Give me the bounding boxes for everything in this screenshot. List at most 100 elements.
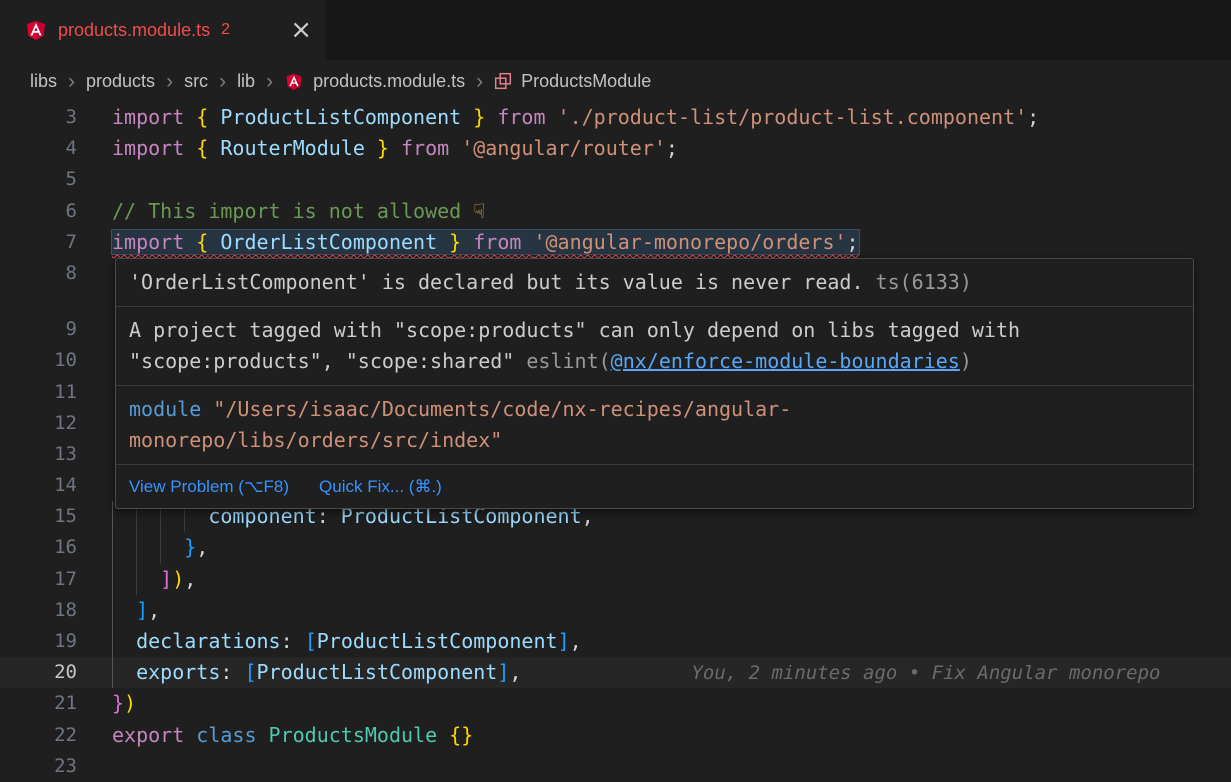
editor-line-5[interactable]: 5 bbox=[0, 164, 1231, 195]
line-number: 13 bbox=[0, 439, 77, 470]
view-problem-action[interactable]: View Problem (⌥F8) bbox=[129, 471, 289, 502]
code-token: ] bbox=[558, 629, 570, 653]
breadcrumb-item-symbol[interactable]: ProductsModule bbox=[521, 71, 651, 92]
code-token: ☟ bbox=[473, 199, 485, 223]
code-token: ProductListComponent bbox=[317, 629, 558, 653]
code-token: , bbox=[509, 660, 521, 684]
editor-line-17[interactable]: 17 ]), bbox=[0, 564, 1231, 595]
angular-icon bbox=[24, 17, 48, 43]
editor-line-18[interactable]: 18 ], bbox=[0, 595, 1231, 626]
eslint-source-close: ) bbox=[960, 349, 972, 373]
code-token: : bbox=[220, 660, 244, 684]
line-number: 10 bbox=[0, 345, 77, 376]
quick-fix-action[interactable]: Quick Fix... (⌘.) bbox=[319, 471, 442, 502]
code-token: {} bbox=[449, 723, 473, 747]
code-line: // This import is not allowed ☟ bbox=[112, 196, 485, 227]
code-token: [ bbox=[244, 660, 256, 684]
git-blame-annotation: You, 2 minutes ago • Fix Angular monorep… bbox=[691, 662, 1160, 684]
editor-line-20[interactable]: 20 exports: [ProductListComponent],You, … bbox=[0, 657, 1231, 688]
breadcrumb-item-products[interactable]: products bbox=[86, 71, 155, 92]
code-token: './product-list/product-list.component' bbox=[558, 105, 1028, 129]
indent-guide bbox=[112, 564, 113, 595]
indent-guide bbox=[112, 501, 113, 532]
line-number: 7 bbox=[0, 227, 77, 258]
tab-products-module[interactable]: products.module.ts 2 × bbox=[0, 0, 326, 60]
code-token: // This import is not allowed bbox=[112, 199, 473, 223]
code-token: ProductsModule bbox=[269, 723, 450, 747]
code-token: , bbox=[148, 598, 160, 622]
line-number: 22 bbox=[0, 720, 77, 751]
code-token: ) bbox=[172, 567, 184, 591]
module-path-line2: monorepo/libs/orders/src/index" bbox=[129, 428, 502, 452]
indent-guide bbox=[136, 532, 137, 563]
editor-line-4[interactable]: 4import { RouterModule } from '@angular/… bbox=[0, 133, 1231, 164]
code-token: class bbox=[196, 723, 268, 747]
eslint-message-line2: "scope:products", "scope:shared" bbox=[129, 349, 526, 373]
code-line: import { ProductListComponent } from './… bbox=[112, 102, 1039, 133]
editor-line-22[interactable]: 22 export class ProductsModule {} bbox=[0, 720, 1231, 751]
editor-line-7[interactable]: 7 import { OrderListComponent } from '@an… bbox=[0, 227, 1231, 258]
line-number: 9 bbox=[0, 314, 77, 345]
code-token bbox=[112, 598, 136, 622]
indent-guide bbox=[160, 532, 161, 563]
line-number: 3 bbox=[0, 102, 77, 133]
editor-line-21[interactable]: 21}) bbox=[0, 688, 1231, 719]
line-number: 17 bbox=[0, 564, 77, 595]
code-token: from bbox=[461, 230, 533, 254]
ts-diagnostic-code: ts(6133) bbox=[876, 270, 972, 294]
hover-ts-diagnostic: 'OrderListComponent' is declared but its… bbox=[116, 259, 1193, 307]
editor-line-23[interactable]: 23 bbox=[0, 751, 1231, 782]
indent-guide bbox=[112, 595, 113, 626]
editor-line-19[interactable]: 19 declarations: [ProductListComponent], bbox=[0, 626, 1231, 657]
editor-line-3[interactable]: 3 import { ProductListComponent } from '.… bbox=[0, 102, 1231, 133]
line-number: 21 bbox=[0, 688, 77, 719]
indent-guide bbox=[136, 564, 137, 595]
eslint-source-label: eslint( bbox=[526, 349, 610, 373]
code-token: } bbox=[377, 136, 389, 160]
code-token: declarations bbox=[136, 629, 281, 653]
line-number: 14 bbox=[0, 470, 77, 501]
code-token: import bbox=[112, 230, 196, 254]
code-line: exports: [ProductListComponent],You, 2 m… bbox=[112, 657, 1160, 688]
tab-filename: products.module.ts bbox=[58, 20, 210, 41]
module-path-line1: "/Users/isaac/Documents/code/nx-recipes/… bbox=[201, 397, 791, 421]
class-symbol-icon bbox=[494, 72, 512, 90]
code-token: , bbox=[196, 535, 208, 559]
code-token: } bbox=[473, 105, 485, 129]
tab-problems-badge: 2 bbox=[221, 21, 230, 39]
line-number: 19 bbox=[0, 626, 77, 657]
breadcrumb-item-file[interactable]: products.module.ts bbox=[313, 71, 465, 92]
editor-line-6[interactable]: 6 // This import is not allowed ☟ bbox=[0, 196, 1231, 227]
chevron-right-icon: › bbox=[266, 71, 273, 92]
code-line: import { OrderListComponent } from '@ang… bbox=[112, 227, 859, 258]
code-line: ], bbox=[112, 595, 160, 626]
code-line: declarations: [ProductListComponent], bbox=[112, 626, 582, 657]
eslint-rule-link[interactable]: @nx/enforce-module-boundaries bbox=[611, 349, 960, 373]
code-token: } bbox=[184, 535, 196, 559]
close-icon[interactable]: × bbox=[290, 17, 312, 43]
chevron-right-icon: › bbox=[68, 71, 75, 92]
code-token: { bbox=[196, 136, 208, 160]
code-token: [ bbox=[305, 629, 317, 653]
code-line: export class ProductsModule {} bbox=[112, 720, 473, 751]
hover-eslint-diagnostic: A project tagged with "scope:products" c… bbox=[116, 307, 1193, 386]
code-token bbox=[112, 535, 184, 559]
code-token: OrderListComponent bbox=[208, 230, 449, 254]
breadcrumb-item-lib[interactable]: lib bbox=[237, 71, 255, 92]
module-keyword: module bbox=[129, 397, 201, 421]
code-token: exports bbox=[136, 660, 220, 684]
breadcrumb-item-src[interactable]: src bbox=[184, 71, 208, 92]
indent-guide bbox=[112, 532, 113, 563]
code-line: }) bbox=[112, 688, 136, 719]
line-number: 5 bbox=[0, 164, 77, 195]
breadcrumb-item-libs[interactable]: libs bbox=[30, 71, 57, 92]
code-token: { bbox=[196, 230, 208, 254]
editor-line-16[interactable]: 16 }, bbox=[0, 532, 1231, 563]
code-token: ProductListComponent bbox=[257, 660, 498, 684]
code-token: ; bbox=[1027, 105, 1039, 129]
code-token: ] bbox=[160, 567, 172, 591]
line-number: 6 bbox=[0, 196, 77, 227]
error-squiggle-range: import { OrderListComponent } from '@ang… bbox=[112, 230, 859, 254]
hover-actions-bar: View Problem (⌥F8) Quick Fix... (⌘.) bbox=[116, 465, 1193, 508]
line-number: 8 bbox=[0, 258, 77, 289]
